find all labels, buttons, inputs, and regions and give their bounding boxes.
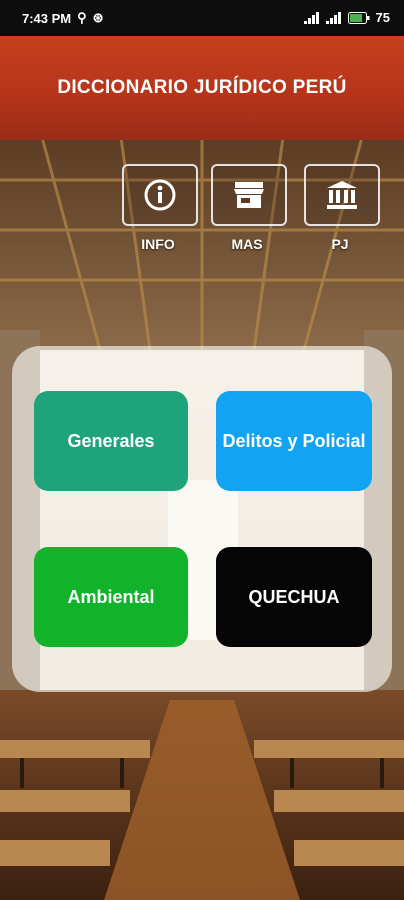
status-time: 7:43 PM — [22, 10, 72, 26]
signal-icon — [325, 11, 341, 24]
quechua-button[interactable]: QUECHUA — [216, 547, 372, 647]
ambiental-button[interactable]: Ambiental — [34, 547, 188, 647]
app-title: DICCIONARIO JURÍDICO PERÚ — [57, 77, 347, 98]
status-bar: 7:43 PM ⚲ ⊛ 75 — [0, 0, 404, 36]
courthouse-icon — [327, 181, 357, 209]
settings-sync-icon: ⊛ — [92, 10, 104, 25]
pj-button[interactable] — [304, 164, 380, 226]
store-icon — [234, 182, 264, 208]
generales-button[interactable]: Generales — [34, 391, 188, 491]
mas-button[interactable] — [211, 164, 287, 226]
battery-percent: 75 — [375, 10, 390, 25]
usb-icon: ⚲ — [77, 10, 87, 25]
signal-icon — [303, 11, 319, 24]
info-button[interactable] — [122, 164, 198, 226]
info-label: INFO — [141, 236, 175, 252]
delitos-policial-button[interactable]: Delitos y Policial — [216, 391, 372, 491]
mas-label: MAS — [231, 236, 263, 252]
app-header: DICCIONARIO JURÍDICO PERÚ — [0, 36, 404, 140]
battery-icon — [347, 11, 370, 24]
pj-label: PJ — [331, 236, 349, 252]
info-circle-icon — [144, 179, 176, 211]
